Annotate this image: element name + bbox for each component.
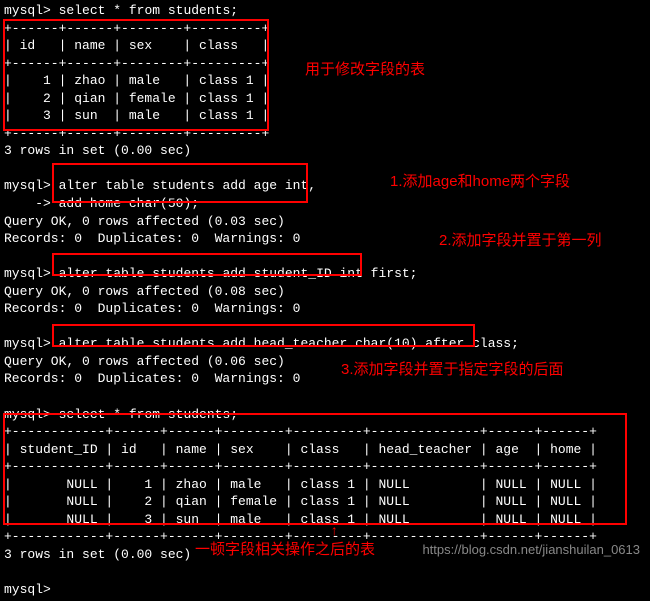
- annotation-table1: 用于修改字段的表: [305, 60, 425, 80]
- table1-border-mid: +------+------+--------+---------+: [4, 56, 269, 71]
- annotation-3: 3.添加字段并置于指定字段的后面: [341, 360, 564, 380]
- table1-row1: | 1 | zhao | male | class 1 |: [4, 73, 269, 88]
- table2-row2: | NULL | 2 | qian | female | class 1 | N…: [4, 494, 597, 509]
- annotation-2: 2.添加字段并置于第一列: [439, 232, 602, 250]
- table2-border-mid: +------------+------+------+--------+---…: [4, 459, 597, 474]
- prompt: mysql>: [4, 266, 51, 281]
- sql-alter3: alter table students add head_teacher ch…: [59, 336, 519, 351]
- sql-alter1b: add home char(50);: [59, 196, 199, 211]
- prompt: mysql>: [4, 407, 51, 422]
- q1-ok: Query OK, 0 rows affected (0.03 sec): [4, 214, 285, 229]
- sql-select1: select * from students;: [59, 3, 238, 18]
- q2-records: Records: 0 Duplicates: 0 Warnings: 0: [4, 301, 300, 316]
- q3-ok: Query OK, 0 rows affected (0.06 sec): [4, 354, 285, 369]
- table1-border-top: +------+------+--------+---------+: [4, 21, 269, 36]
- sql-alter2: alter table students add student_ID int …: [59, 266, 418, 281]
- table2-row3: | NULL | 3 | sun | male | class 1 | NULL…: [4, 512, 597, 527]
- annotation-1: 1.添加age和home两个字段: [390, 172, 570, 192]
- table2-row1: | NULL | 1 | zhao | male | class 1 | NUL…: [4, 477, 597, 492]
- cont-prompt: ->: [4, 196, 51, 211]
- prompt-final: mysql>: [4, 582, 51, 597]
- arrow-icon: ↑: [330, 523, 338, 542]
- rows-count1: 3 rows in set (0.00 sec): [4, 143, 191, 158]
- table1-row2: | 2 | qian | female | class 1 |: [4, 91, 269, 106]
- table1-header: | id | name | sex | class |: [4, 38, 269, 53]
- sql-select2: select * from students;: [59, 407, 238, 422]
- table2-border-top: +------------+------+------+--------+---…: [4, 424, 597, 439]
- rows-count2: 3 rows in set (0.00 sec): [4, 547, 191, 562]
- q1-records: Records: 0 Duplicates: 0 Warnings: 0: [4, 231, 300, 246]
- q3-records: Records: 0 Duplicates: 0 Warnings: 0: [4, 371, 300, 386]
- annotation-4: 一顿字段相关操作之后的表: [195, 540, 375, 560]
- table1-row3: | 3 | sun | male | class 1 |: [4, 108, 269, 123]
- table1-border-bot: +------+------+--------+---------+: [4, 126, 269, 141]
- q2-ok: Query OK, 0 rows affected (0.08 sec): [4, 284, 285, 299]
- terminal-output: mysql> select * from students; +------+-…: [0, 0, 650, 601]
- table2-header: | student_ID | id | name | sex | class |…: [4, 442, 597, 457]
- prompt: mysql>: [4, 178, 51, 193]
- prompt: mysql>: [4, 336, 51, 351]
- prompt: mysql>: [4, 3, 51, 18]
- sql-alter1a: alter table students add age int,: [59, 178, 316, 193]
- watermark: https://blog.csdn.net/jianshuilan_0613: [422, 541, 640, 559]
